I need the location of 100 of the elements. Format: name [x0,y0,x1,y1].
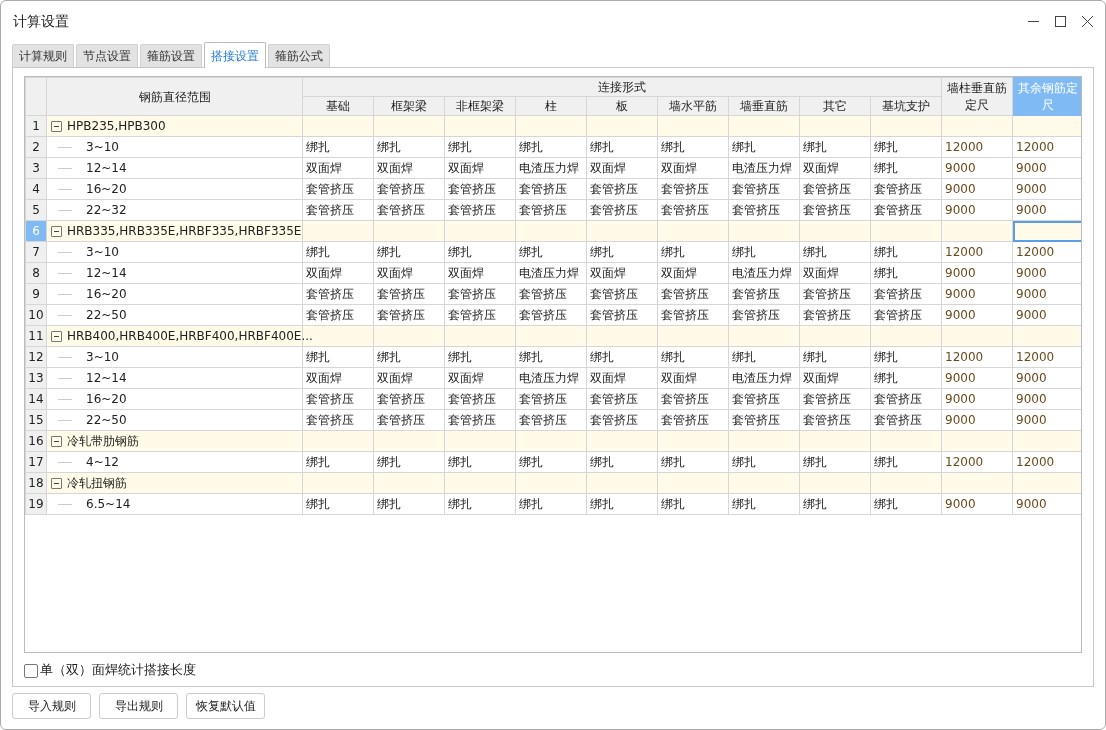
checkbox[interactable] [24,663,38,678]
maximize-icon[interactable] [1055,15,1066,27]
table-cell: 双面焊 [657,367,729,389]
table-cell: 双面焊 [444,367,516,389]
column-header: 连接形式 [302,77,942,97]
tab[interactable]: 箍筋设置 [140,44,202,67]
table-cell: 绑扎 [302,493,374,515]
collapse-icon[interactable] [51,331,62,342]
table-cell: 绑扎 [444,241,516,263]
table-cell: 绑扎 [373,493,445,515]
table-cell: 绑扎 [870,346,942,368]
row-number: 4 [25,178,47,200]
table-cell: 绑扎 [373,451,445,473]
table-cell: 套管挤压 [515,388,587,410]
action-button[interactable]: 导入规则 [12,693,91,719]
table-cell: 绑扎 [799,241,871,263]
table-cell: 9000 [941,157,1013,179]
table-cell: 双面焊 [373,157,445,179]
row-number: 5 [25,199,47,221]
action-button[interactable]: 导出规则 [99,693,178,719]
close-icon[interactable] [1082,15,1093,27]
collapse-icon[interactable] [51,478,62,489]
collapse-icon[interactable] [51,436,62,447]
tab[interactable]: 搭接设置 [204,42,266,68]
table-cell: 套管挤压 [799,283,871,305]
table-cell: 套管挤压 [515,304,587,326]
table-cell: 绑扎 [799,493,871,515]
row-number: 6 [25,220,47,242]
table-cell: 绑扎 [444,493,516,515]
table-cell: 绑扎 [870,262,942,284]
table-cell: 绑扎 [302,136,374,158]
checkbox-label[interactable]: 单（双）面焊统计搭接长度 [40,661,196,680]
table-cell: 套管挤压 [728,199,800,221]
table-cell: 12000 [941,346,1013,368]
table-cell: 套管挤压 [657,178,729,200]
table-cell: 双面焊 [586,367,658,389]
table-cell: 双面焊 [799,157,871,179]
corner-cell [25,77,47,116]
collapse-icon[interactable] [51,226,62,237]
table-cell: 绑扎 [586,346,658,368]
table-cell: 9000 [941,367,1013,389]
table-cell: 套管挤压 [302,388,374,410]
table-cell: 绑扎 [373,241,445,263]
table-cell: 9000 [941,262,1013,284]
diameter-range: 12~14 [86,371,127,385]
table-cell: 绑扎 [515,493,587,515]
table-cell: 电渣压力焊 [515,157,587,179]
diameter-range: 3~10 [86,245,119,259]
table-cell: 双面焊 [799,262,871,284]
table-cell: 12000 [941,451,1013,473]
table-cell: 9000 [941,199,1013,221]
table-cell: 套管挤压 [444,283,516,305]
group-label: 冷轧带肋钢筋 [67,434,139,448]
row-number: 1 [25,115,47,137]
table-cell: 绑扎 [870,136,942,158]
collapse-icon[interactable] [51,121,62,132]
row-number: 9 [25,283,47,305]
table-cell: 套管挤压 [515,178,587,200]
row-number: 19 [25,493,47,515]
minimize-icon[interactable] [1028,20,1039,22]
tab[interactable]: 计算规则 [12,44,74,67]
tab[interactable]: 箍筋公式 [268,44,330,67]
table-cell: 绑扎 [728,451,800,473]
table-cell: 双面焊 [444,262,516,284]
table-cell: 绑扎 [586,451,658,473]
table-cell: 9000 [941,178,1013,200]
column-header: 钢筋直径范围 [46,77,303,116]
table-cell: 套管挤压 [373,388,445,410]
table-cell: 绑扎 [444,136,516,158]
table-cell: 套管挤压 [870,304,942,326]
table-cell: 电渣压力焊 [515,262,587,284]
table-cell: 套管挤压 [302,199,374,221]
action-button[interactable]: 恢复默认值 [186,693,265,719]
table-cell: 9000 [941,283,1013,305]
row-number: 7 [25,241,47,263]
window-title: 计算设置 [13,11,69,31]
table-cell: 电渣压力焊 [728,262,800,284]
diameter-range: 22~50 [86,413,127,427]
group-label: HRB335,HRB335E,HRBF335,HRBF335E [67,224,302,238]
table-cell: 双面焊 [373,367,445,389]
table-cell: 绑扎 [870,241,942,263]
row-number: 15 [25,409,47,431]
table-cell: 绑扎 [657,346,729,368]
table-cell: 绑扎 [302,241,374,263]
tab[interactable]: 节点设置 [76,44,138,67]
group-label: HRB400,HRB400E,HRBF400,HRBF400E... [67,329,313,343]
table-cell: 绑扎 [515,241,587,263]
table-cell: 绑扎 [515,346,587,368]
table-cell: 绑扎 [586,241,658,263]
diameter-range: 12~14 [86,266,127,280]
table-cell: 绑扎 [870,451,942,473]
table-cell: 绑扎 [373,346,445,368]
table-cell: 套管挤压 [870,283,942,305]
table-cell: 套管挤压 [515,199,587,221]
table-cell: 套管挤压 [302,409,374,431]
column-header[interactable]: 墙柱垂直筋定尺 [941,77,1013,116]
diameter-range: 12~14 [86,161,127,175]
table-cell: 绑扎 [870,493,942,515]
table-cell: 电渣压力焊 [728,157,800,179]
table-cell: 套管挤压 [302,304,374,326]
